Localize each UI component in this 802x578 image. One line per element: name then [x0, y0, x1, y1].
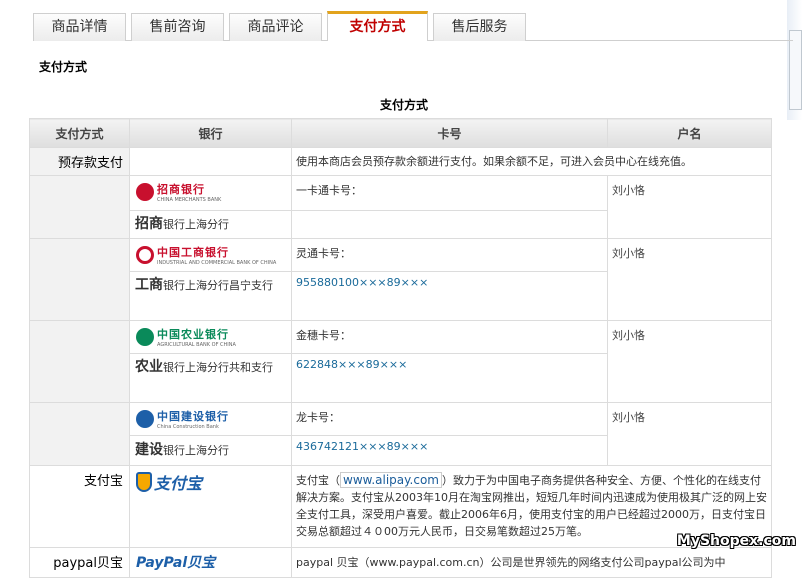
table-title: 支付方式	[379, 98, 428, 112]
abc-logo-icon	[136, 328, 154, 346]
card-number: 436742121×××89×××	[291, 435, 608, 466]
tab-presale-consult[interactable]: 售前咨询	[131, 13, 224, 41]
alipay-logo: 支付宝	[129, 465, 292, 548]
bank-logo-cmb: 招商银行 CHINA MERCHANTS BANK	[129, 175, 292, 211]
prepay-text: 使用本商店会员预存款余额进行支付。如果余额不足，可进入会员中心在线充值。	[291, 147, 772, 176]
card-label: 一卡通卡号：	[291, 175, 608, 211]
bank-logo-ccb: 中国建设银行 China Construction Bank	[129, 402, 292, 436]
bank-logo-text: 中国建设银行 China Construction Bank	[157, 410, 229, 430]
table-row: 中国农业银行 AGRICULTURAL BANK OF CHINA 金穗卡号： 刘…	[29, 320, 772, 403]
bank-branch: 建设银行上海分行	[129, 435, 292, 466]
account-owner: 刘小恪	[607, 175, 772, 239]
bank-logo-text: 中国工商银行 INDUSTRIAL AND COMMERCIAL BANK OF …	[157, 246, 277, 266]
section-title: 支付方式	[39, 60, 88, 74]
header-card: 卡号	[291, 118, 608, 148]
header-method: 支付方式	[29, 118, 130, 148]
paypal-logo-text: PayPal贝宝	[136, 555, 216, 571]
table-row: 招商银行 CHINA MERCHANTS BANK 一卡通卡号： 刘小恪	[29, 175, 772, 239]
card-number	[291, 210, 608, 239]
bank-method-cell	[29, 238, 130, 321]
card-label: 灵通卡号：	[291, 238, 608, 272]
alipay-link[interactable]: www.alipay.com	[340, 472, 442, 488]
tab-aftersale-service[interactable]: 售后服务	[433, 13, 526, 41]
tab-product-details[interactable]: 商品详情	[33, 13, 126, 41]
payment-methods-table: 支付方式 银行 卡号 户名 预存款支付 使用本商店会员预存款余额进行支付。如果余…	[29, 118, 772, 578]
paypal-row: paypal贝宝 PayPal贝宝 paypal 贝宝（www.paypal.c…	[29, 547, 772, 578]
bank-branch: 农业银行上海分行共和支行	[129, 353, 292, 403]
paypal-label: paypal贝宝	[29, 547, 130, 578]
bank-method-cell	[29, 402, 130, 466]
table-row: 中国工商银行 INDUSTRIAL AND COMMERCIAL BANK OF …	[29, 238, 772, 321]
alipay-row: 支付宝 支付宝 支付宝（ www.alipay.com ）致力于为中国电子商务提供各…	[29, 465, 772, 548]
alipay-logo-text: 支付宝	[154, 474, 203, 493]
account-owner: 刘小恪	[607, 238, 772, 321]
prepay-row: 预存款支付 使用本商店会员预存款余额进行支付。如果余额不足，可进入会员中心在线充…	[29, 147, 772, 176]
card-label: 龙卡号：	[291, 402, 608, 436]
bank-method-cell	[29, 320, 130, 403]
bank-branch: 招商银行上海分行	[129, 210, 292, 239]
card-number: 955880100×××89×××	[291, 271, 608, 321]
prepay-label: 预存款支付	[29, 147, 130, 176]
account-owner: 刘小恪	[607, 402, 772, 466]
paypal-logo: PayPal贝宝	[129, 547, 292, 578]
bank-logo-text: 招商银行 CHINA MERCHANTS BANK	[157, 183, 222, 203]
prepay-bank-cell	[129, 147, 292, 176]
header-owner: 户名	[607, 118, 772, 148]
card-label: 金穗卡号：	[291, 320, 608, 354]
bank-branch: 工商银行上海分行昌宁支行	[129, 271, 292, 321]
tab-payment-methods[interactable]: 支付方式	[327, 11, 428, 41]
watermark: MyShopex.com	[676, 533, 796, 549]
icbc-logo-icon	[136, 246, 154, 264]
bank-logo-abc: 中国农业银行 AGRICULTURAL BANK OF CHINA	[129, 320, 292, 354]
account-owner: 刘小恪	[607, 320, 772, 403]
bank-logo-text: 中国农业银行 AGRICULTURAL BANK OF CHINA	[157, 328, 236, 348]
ccb-logo-icon	[136, 410, 154, 428]
bank-logo-icbc: 中国工商银行 INDUSTRIAL AND COMMERCIAL BANK OF …	[129, 238, 292, 272]
alipay-label: 支付宝	[29, 465, 130, 548]
product-tabs: 商品详情 售前咨询 商品评论 支付方式 售后服务	[33, 11, 793, 41]
header-bank: 银行	[129, 118, 292, 148]
bank-method-cell	[29, 175, 130, 239]
card-number: 622848×××89×××	[291, 353, 608, 403]
alipay-shield-icon	[136, 472, 152, 492]
table-row: 中国建设银行 China Construction Bank 龙卡号： 刘小恪	[29, 402, 772, 466]
cmb-logo-icon	[136, 183, 154, 201]
table-header-row: 支付方式 银行 卡号 户名	[29, 118, 772, 148]
paypal-description: paypal 贝宝（www.paypal.com.cn）公司是世界领先的网络支付…	[291, 547, 772, 578]
tab-product-reviews[interactable]: 商品评论	[229, 13, 322, 41]
